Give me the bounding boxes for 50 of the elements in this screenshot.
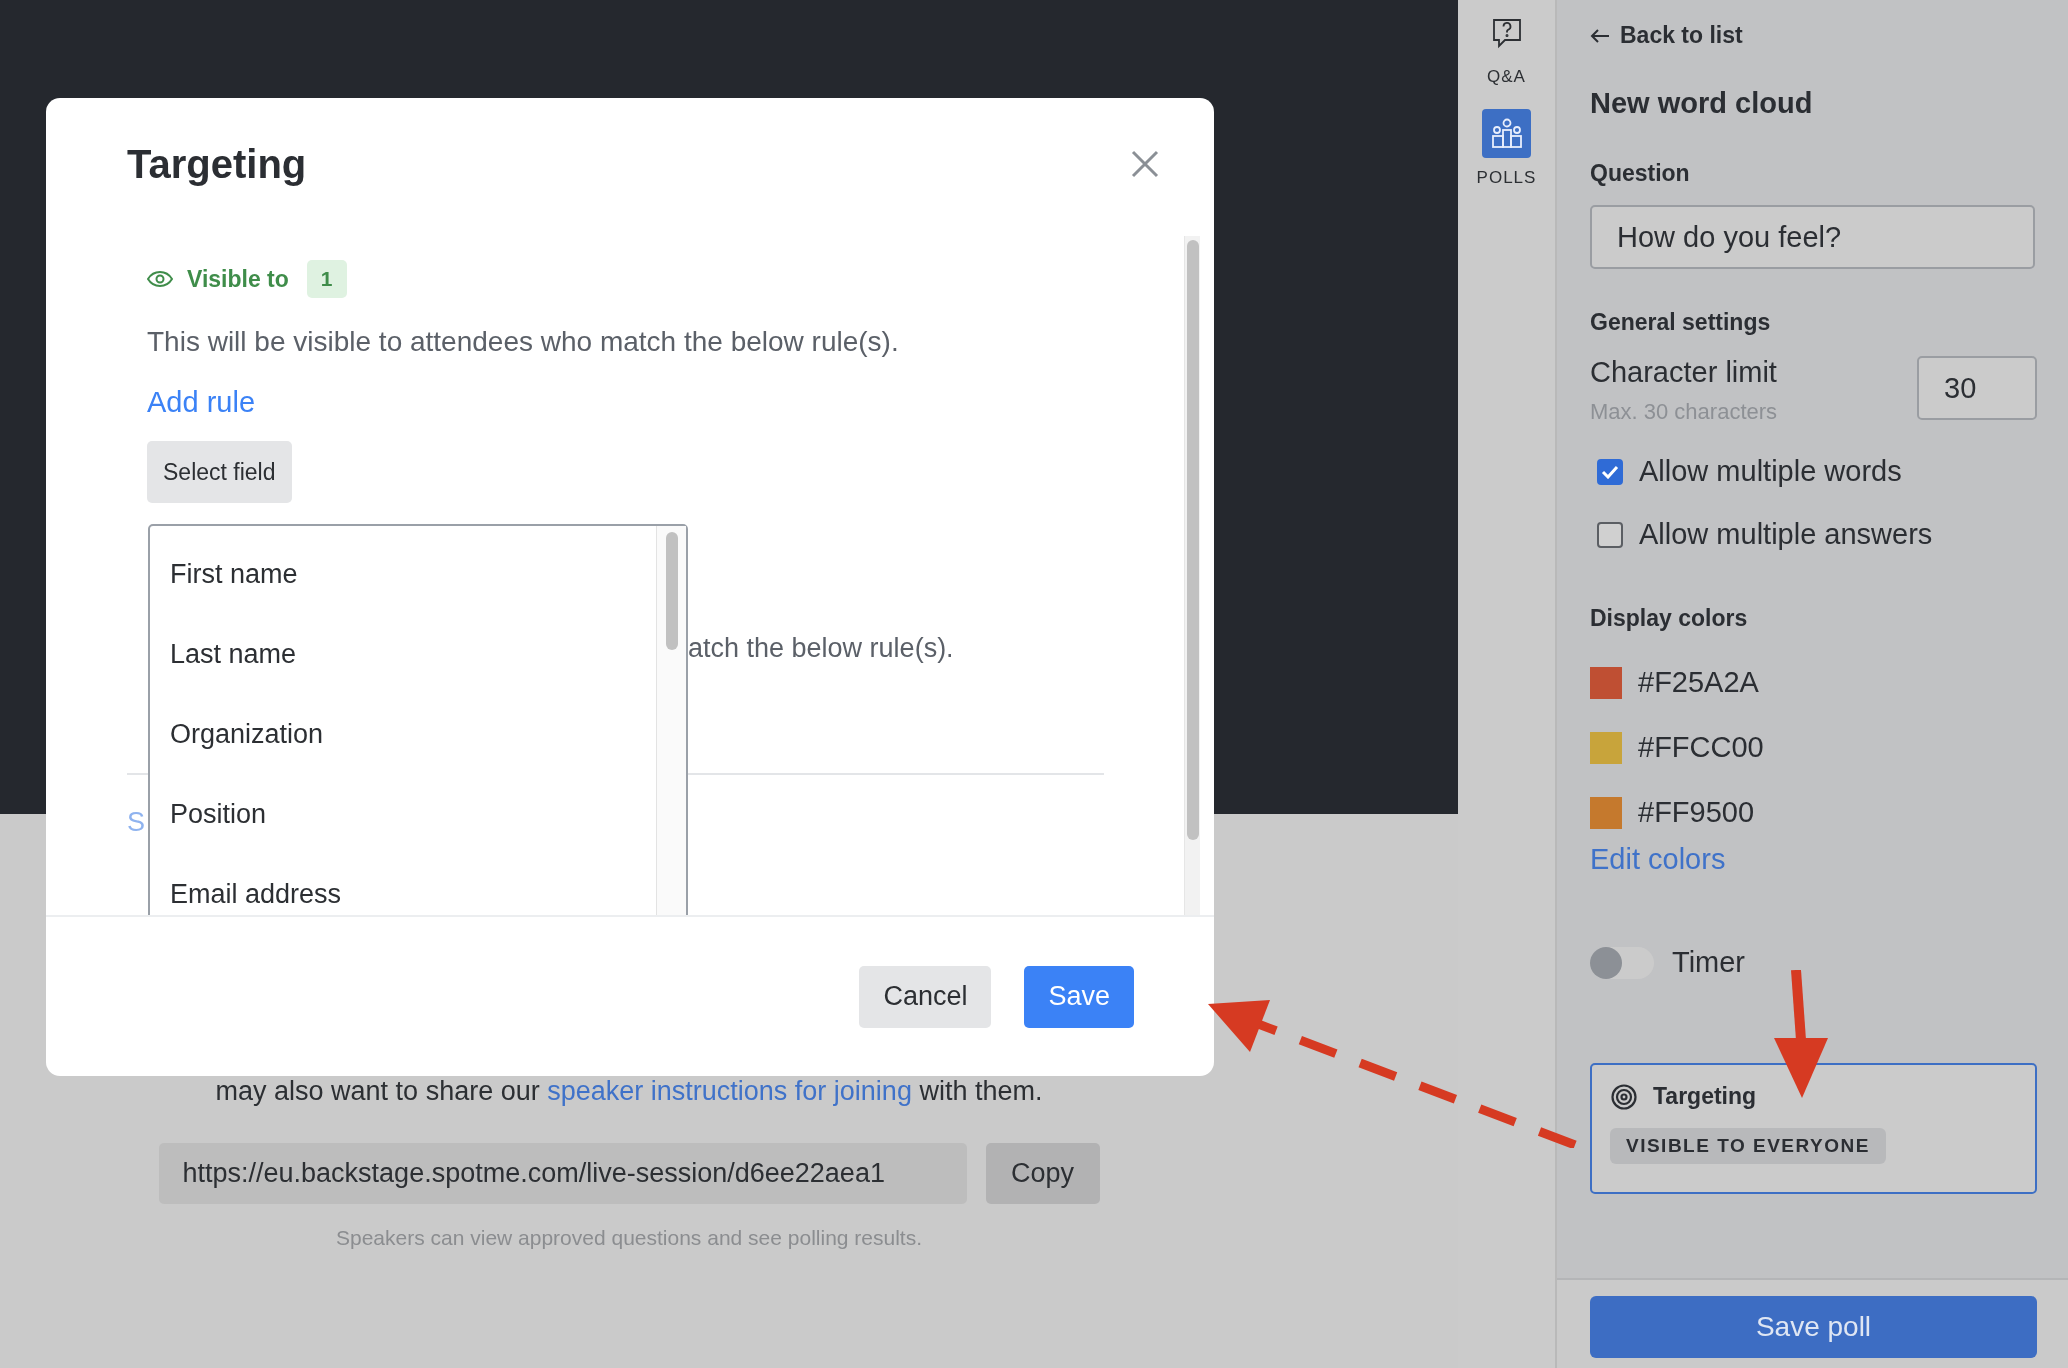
dialog-title: Targeting <box>127 141 307 187</box>
dropdown-option[interactable]: Last name <box>150 614 656 694</box>
character-limit-field[interactable]: 30 <box>1917 356 2037 420</box>
visible-to-label: Visible to <box>187 265 289 293</box>
checkbox[interactable] <box>1597 458 1623 485</box>
visibility-description: This will be visible to attendees who match the below rule(s). <box>147 326 899 358</box>
dropdown-option[interactable]: First name <box>150 534 656 614</box>
display-colors-label: Display colors <box>1590 605 1748 632</box>
dropdown-option[interactable]: Email address <box>150 854 656 915</box>
dropdown-option[interactable]: Organization <box>150 694 656 774</box>
target-icon <box>1611 1083 1637 1110</box>
rail-tab[interactable]: POLLS <box>1476 109 1537 188</box>
visibility-badge: VISIBLE TO EVERYONE <box>1610 1128 1886 1164</box>
checkmark-icon <box>1601 464 1619 479</box>
checkbox[interactable] <box>1597 521 1623 548</box>
question-bubble-icon <box>1490 16 1523 49</box>
question-label: Question <box>1590 160 1690 187</box>
rule-description: atch the below rule(s). <box>688 633 954 664</box>
select-field-button[interactable]: Select field <box>147 441 292 503</box>
copy-button[interactable]: Copy <box>985 1143 1100 1204</box>
url-field[interactable]: https://eu.backstage.spotme.com/live-session/d6ee22aea1 <box>158 1143 967 1204</box>
checkbox-label: Allow multiple words <box>1639 455 1902 488</box>
timer-label: Timer <box>1672 946 1746 979</box>
people-icon <box>1489 117 1524 150</box>
add-rule-link[interactable]: Add rule <box>147 386 255 419</box>
left-arrow-icon <box>1590 27 1610 44</box>
rule-count: 1 <box>306 260 347 298</box>
share-instructions-text: may also want to share our speaker instructions for joining with them. <box>215 1076 1043 1107</box>
panel-title: New word cloud <box>1590 87 1813 120</box>
back-link[interactable]: Back to list <box>1590 22 1743 49</box>
cancel-button[interactable]: Cancel <box>859 965 992 1028</box>
dropdown-option[interactable]: Position <box>150 774 656 854</box>
save-button[interactable]: Save <box>1024 965 1134 1028</box>
color-code: #FFCC00 <box>1638 731 1764 764</box>
eye-icon <box>147 270 173 288</box>
caption-text: Speakers can view approved questions and see polling results. <box>336 1226 922 1250</box>
character-limit-label: Character limit <box>1590 356 1778 389</box>
scrollbar[interactable] <box>1184 236 1200 915</box>
color-code: #FF9500 <box>1638 796 1755 829</box>
targeting-card[interactable]: Targeting VISIBLE TO EVERYONE <box>1590 1063 2037 1194</box>
close-button[interactable] <box>1130 149 1160 179</box>
save-poll-button[interactable]: Save poll <box>1590 1296 2037 1358</box>
dropdown-scrollbar[interactable] <box>656 526 686 915</box>
question-field[interactable]: How do you feel? <box>1590 205 2035 269</box>
color-code: #F25A2A <box>1638 666 1759 699</box>
rail-tab[interactable]: Q&A <box>1482 8 1531 87</box>
checkbox-label: Allow multiple answers <box>1639 518 1933 551</box>
targeting-title: Targeting <box>1653 1083 1757 1110</box>
timer-toggle[interactable] <box>1590 946 1654 979</box>
general-settings-label: General settings <box>1590 309 1771 336</box>
